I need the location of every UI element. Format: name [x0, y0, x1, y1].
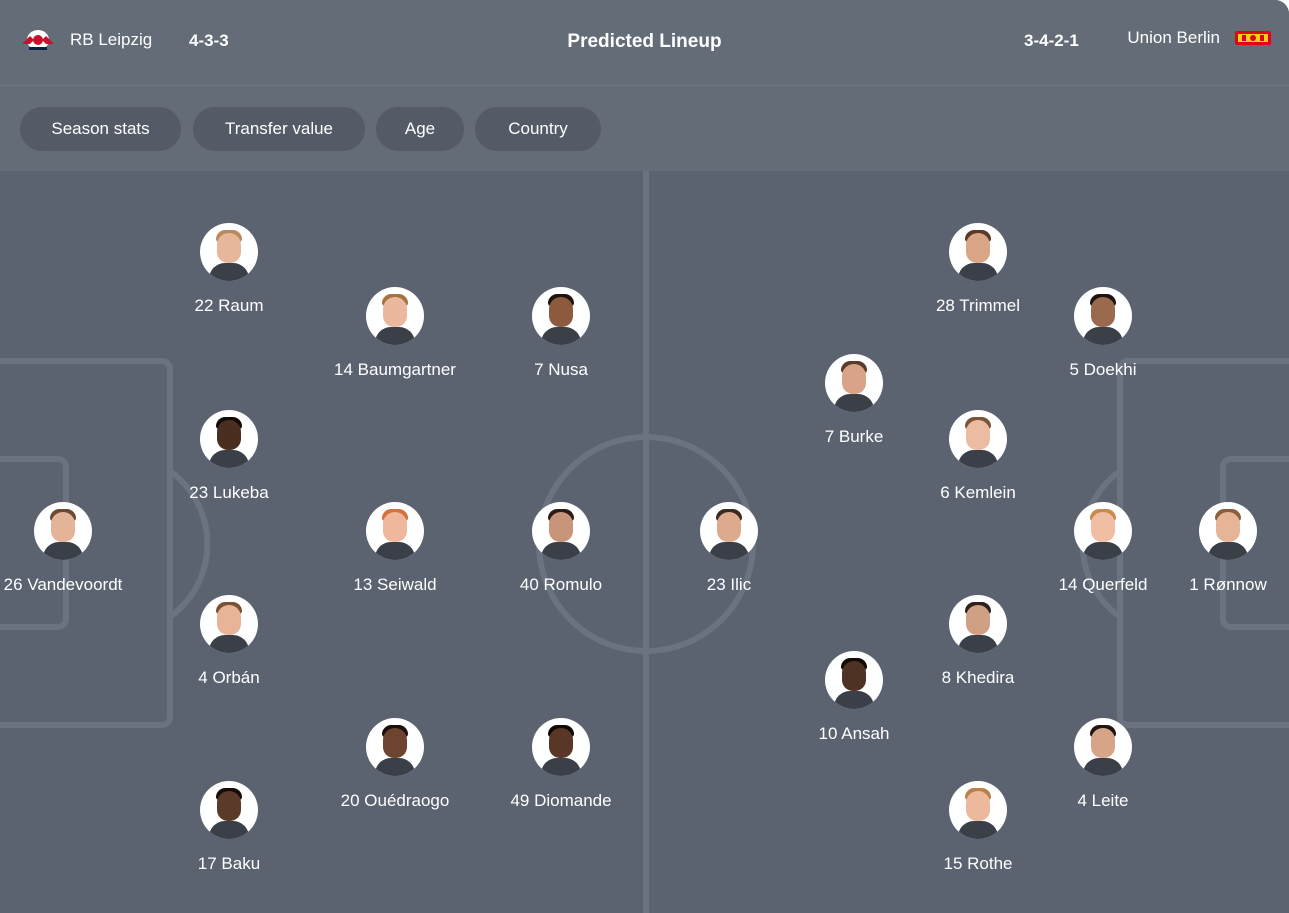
player-name: 10 Ansah — [818, 724, 890, 743]
player-avatar — [34, 502, 92, 560]
player-avatar — [200, 595, 258, 653]
player-avatar — [200, 410, 258, 468]
player-name: 22 Raum — [194, 296, 264, 315]
player-avatar — [366, 718, 424, 776]
player-home-baumgartner[interactable]: 14 Baumgartner — [315, 287, 475, 380]
player-name: 40 Romulo — [519, 575, 603, 594]
player-name: 23 Lukeba — [189, 483, 269, 502]
player-name: 6 Kemlein — [940, 483, 1016, 502]
player-name: 23 Ilic — [706, 575, 752, 594]
player-avatar — [532, 287, 590, 345]
pitch: 22 Raum 14 Baumgartner 7 Nusa 23 Lukeba … — [0, 171, 1289, 913]
player-name: 20 Ouédraogo — [340, 791, 450, 810]
player-home-lukeba[interactable]: 23 Lukeba — [149, 410, 309, 503]
union-berlin-logo-icon — [1235, 31, 1271, 45]
player-away-kemlein[interactable]: 6 Kemlein — [898, 410, 1058, 503]
player-home-orban[interactable]: 4 Orbán — [149, 595, 309, 688]
player-avatar — [200, 223, 258, 281]
player-name: 7 Nusa — [534, 360, 588, 379]
player-away-ronnow[interactable]: 1 Rønnow — [1148, 502, 1289, 595]
player-home-romulo[interactable]: 40 Romulo — [481, 502, 641, 595]
player-avatar — [532, 718, 590, 776]
player-avatar — [200, 781, 258, 839]
player-home-vandevoordt[interactable]: 26 Vandevoordt — [0, 502, 143, 595]
player-home-ouedraogo[interactable]: 20 Ouédraogo — [315, 718, 475, 811]
player-avatar — [825, 651, 883, 709]
player-avatar — [1074, 502, 1132, 560]
away-team-name: Union Berlin — [1127, 28, 1220, 47]
player-away-ansah[interactable]: 10 Ansah — [774, 651, 934, 744]
player-avatar — [949, 595, 1007, 653]
player-away-ilic[interactable]: 23 Ilic — [649, 502, 809, 595]
player-name: 49 Diomande — [510, 791, 612, 810]
filter-age[interactable]: Age — [376, 107, 464, 151]
player-avatar — [949, 410, 1007, 468]
player-home-nusa[interactable]: 7 Nusa — [481, 287, 641, 380]
player-away-rothe[interactable]: 15 Rothe — [898, 781, 1058, 874]
player-name: 4 Orbán — [198, 668, 260, 687]
player-avatar — [949, 223, 1007, 281]
filter-country[interactable]: Country — [475, 107, 601, 151]
player-avatar — [366, 502, 424, 560]
player-avatar — [825, 354, 883, 412]
player-name: 14 Baumgartner — [334, 360, 456, 379]
player-avatar — [1199, 502, 1257, 560]
away-formation: 3-4-2-1 — [1024, 31, 1079, 50]
page-title: Predicted Lineup — [567, 31, 722, 52]
player-name: 15 Rothe — [943, 854, 1013, 873]
player-name: 1 Rønnow — [1189, 575, 1267, 594]
lineup-widget: RB Leipzig 4-3-3 Predicted Lineup 3-4-2-… — [0, 0, 1289, 913]
player-name: 13 Seiwald — [353, 575, 437, 594]
lineup-header: RB Leipzig 4-3-3 Predicted Lineup 3-4-2-… — [0, 0, 1289, 86]
player-name: 17 Baku — [197, 854, 261, 873]
filter-season-stats[interactable]: Season stats — [20, 107, 181, 151]
player-away-doekhi[interactable]: 5 Doekhi — [1023, 287, 1183, 380]
player-home-diomande[interactable]: 49 Diomande — [481, 718, 641, 811]
player-avatar — [949, 781, 1007, 839]
player-name: 26 Vandevoordt — [3, 575, 123, 594]
filter-transfer-value[interactable]: Transfer value — [193, 107, 365, 151]
player-name: 5 Doekhi — [1069, 360, 1137, 379]
player-home-baku[interactable]: 17 Baku — [149, 781, 309, 874]
player-avatar — [1074, 718, 1132, 776]
player-avatar — [532, 502, 590, 560]
player-home-seiwald[interactable]: 13 Seiwald — [315, 502, 475, 595]
filter-bar: Season stats Transfer value Age Country — [0, 86, 1289, 171]
away-team[interactable]: Union Berlin — [1127, 28, 1272, 48]
player-avatar — [700, 502, 758, 560]
player-home-raum[interactable]: 22 Raum — [149, 223, 309, 316]
player-avatar — [1074, 287, 1132, 345]
player-avatar — [366, 287, 424, 345]
